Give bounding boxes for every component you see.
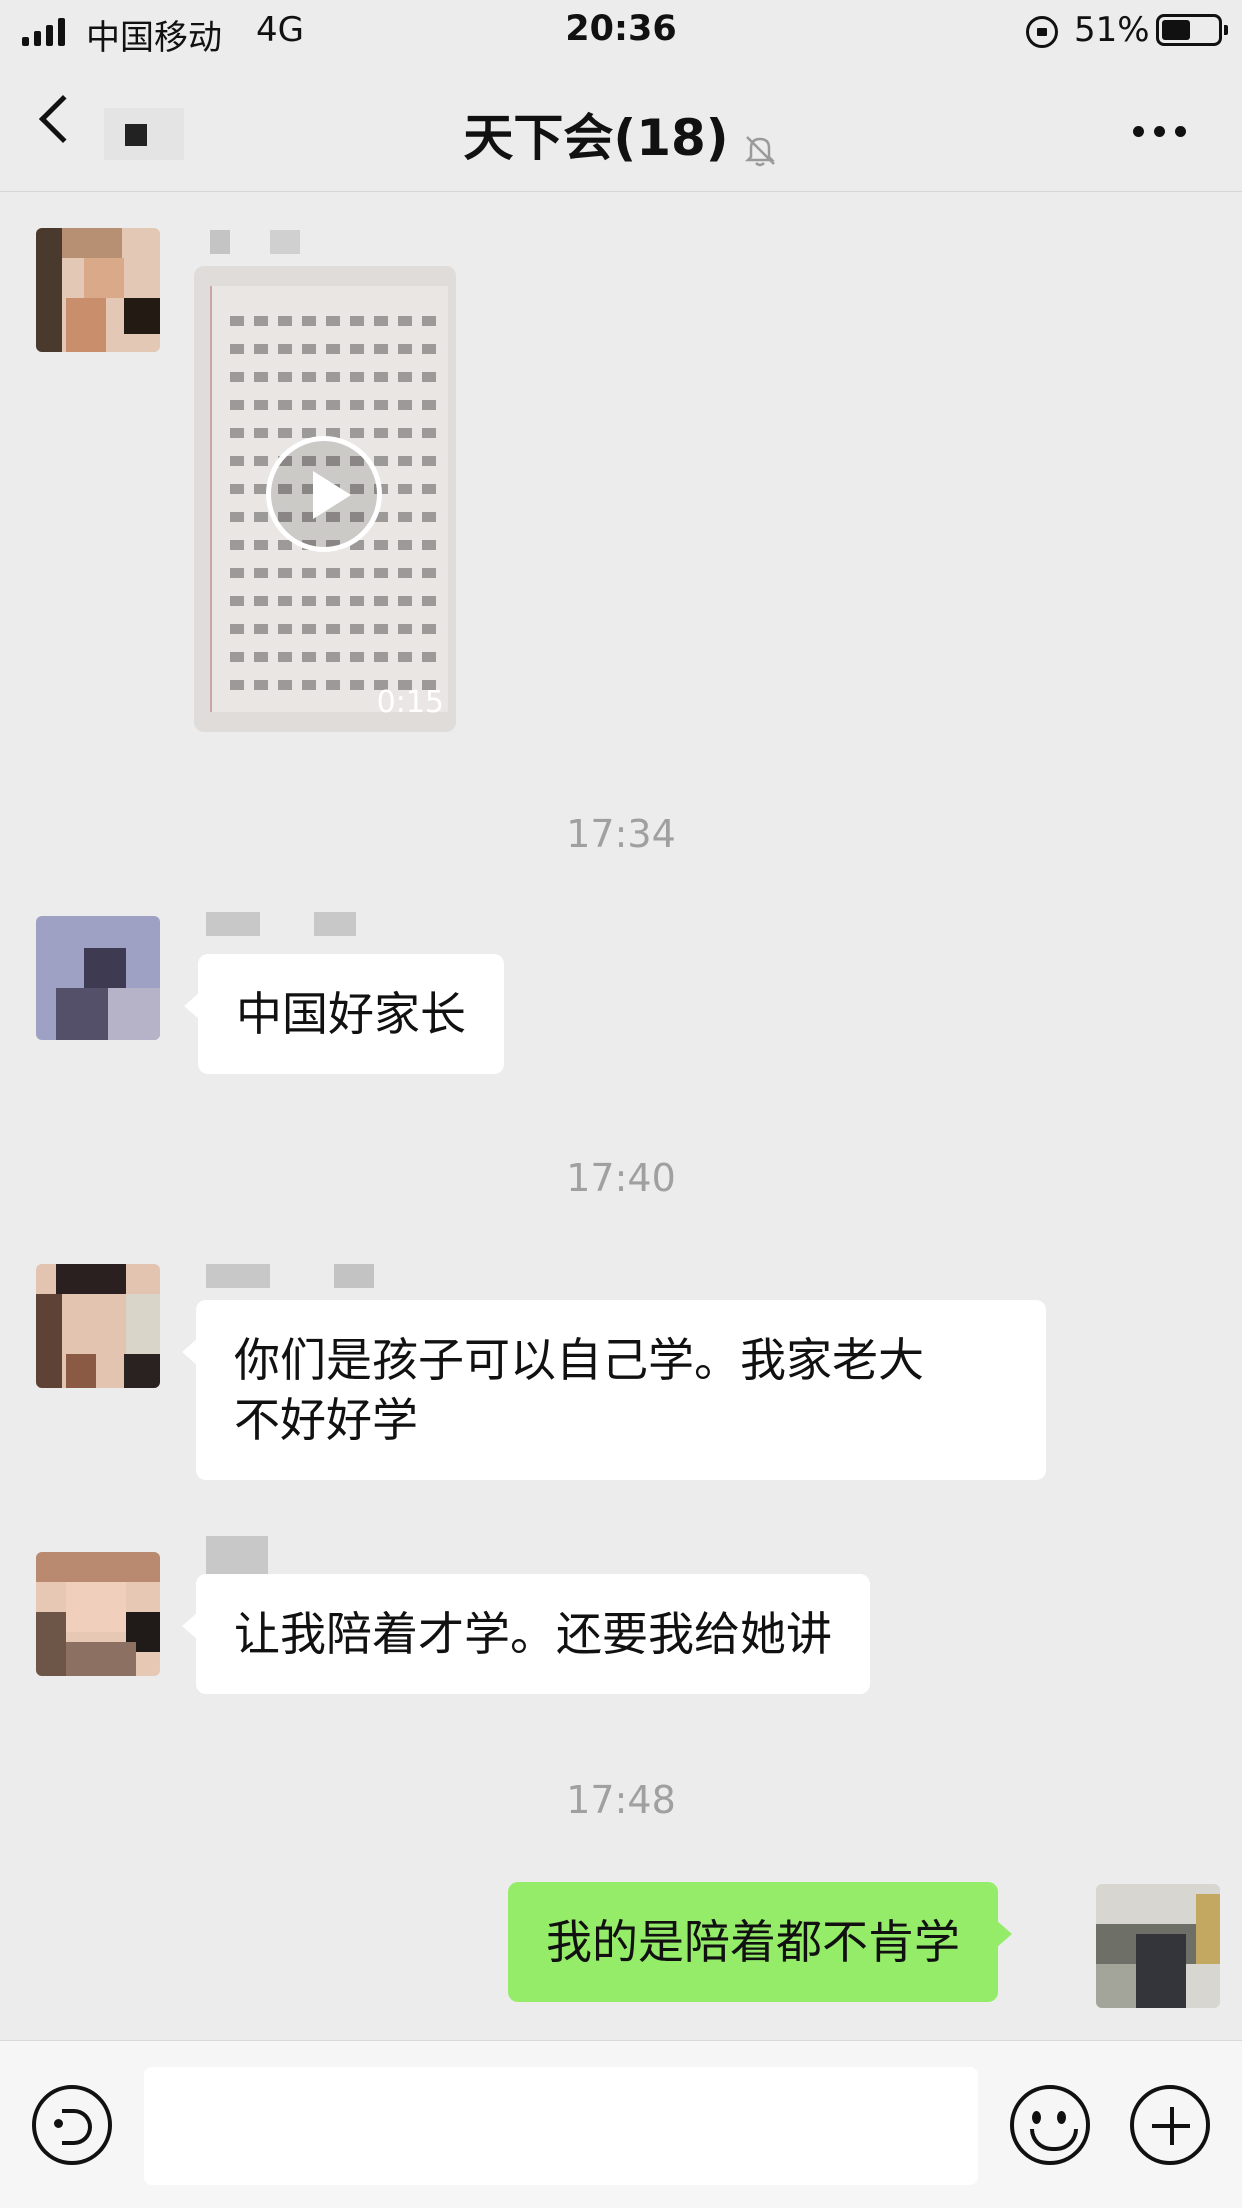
avatar[interactable] [36,228,160,352]
message-bubble[interactable]: 让我陪着才学。还要我给她讲 [182,1574,870,1694]
bell-muted-icon [741,123,779,166]
avatar[interactable] [36,1552,160,1676]
chat-title: 天下会(18) [463,109,729,167]
message-input[interactable] [144,2067,978,2185]
message-text-line-2: 不好好学 [234,1393,418,1447]
message-bubble[interactable]: 中国好家长 [184,954,504,1074]
message-text-line-1: 你们是孩子可以自己学。我家老大 [234,1333,924,1387]
message-bubble[interactable]: 你们是孩子可以自己学。我家老大 不好好学 [182,1300,1046,1480]
input-bar [0,2040,1242,2208]
video-message[interactable]: 0:15 [194,266,456,732]
sender-name-redacted [206,1536,268,1576]
message-text: 中国好家长 [236,987,466,1041]
my-avatar[interactable] [1096,1884,1220,2008]
timestamp: 17:40 [566,1156,676,1200]
chat-title-wrap: 天下会(18) [0,98,1242,170]
sender-name-redacted [206,912,356,936]
voice-icon[interactable] [32,2085,112,2165]
sender-name-redacted [210,230,300,254]
chat-header: 天下会(18) [0,62,1242,192]
avatar[interactable] [36,916,160,1040]
message-text: 让我陪着才学。还要我给她讲 [234,1607,832,1661]
emoji-icon[interactable] [1010,2085,1090,2165]
rotation-lock-icon [1026,16,1058,48]
video-duration: 0:15 [376,685,444,720]
avatar[interactable] [36,1264,160,1388]
timestamp: 17:34 [566,812,676,856]
battery-percent: 51% [1074,10,1150,50]
message-text: 我的是陪着都不肯学 [546,1915,960,1969]
chat-screen: 中国移动 4G 20:36 51% 天下会(18) 0:15 17:34 中国好… [0,0,1242,2208]
status-bar: 中国移动 4G 20:36 51% [0,0,1242,62]
my-message-bubble[interactable]: 我的是陪着都不肯学 [508,1882,1012,2002]
plus-icon[interactable] [1130,2085,1210,2165]
sender-name-redacted [206,1264,374,1288]
play-icon[interactable] [266,436,382,552]
battery-icon [1156,14,1228,46]
timestamp: 17:48 [566,1778,676,1822]
more-dots-icon[interactable] [1133,126,1186,137]
